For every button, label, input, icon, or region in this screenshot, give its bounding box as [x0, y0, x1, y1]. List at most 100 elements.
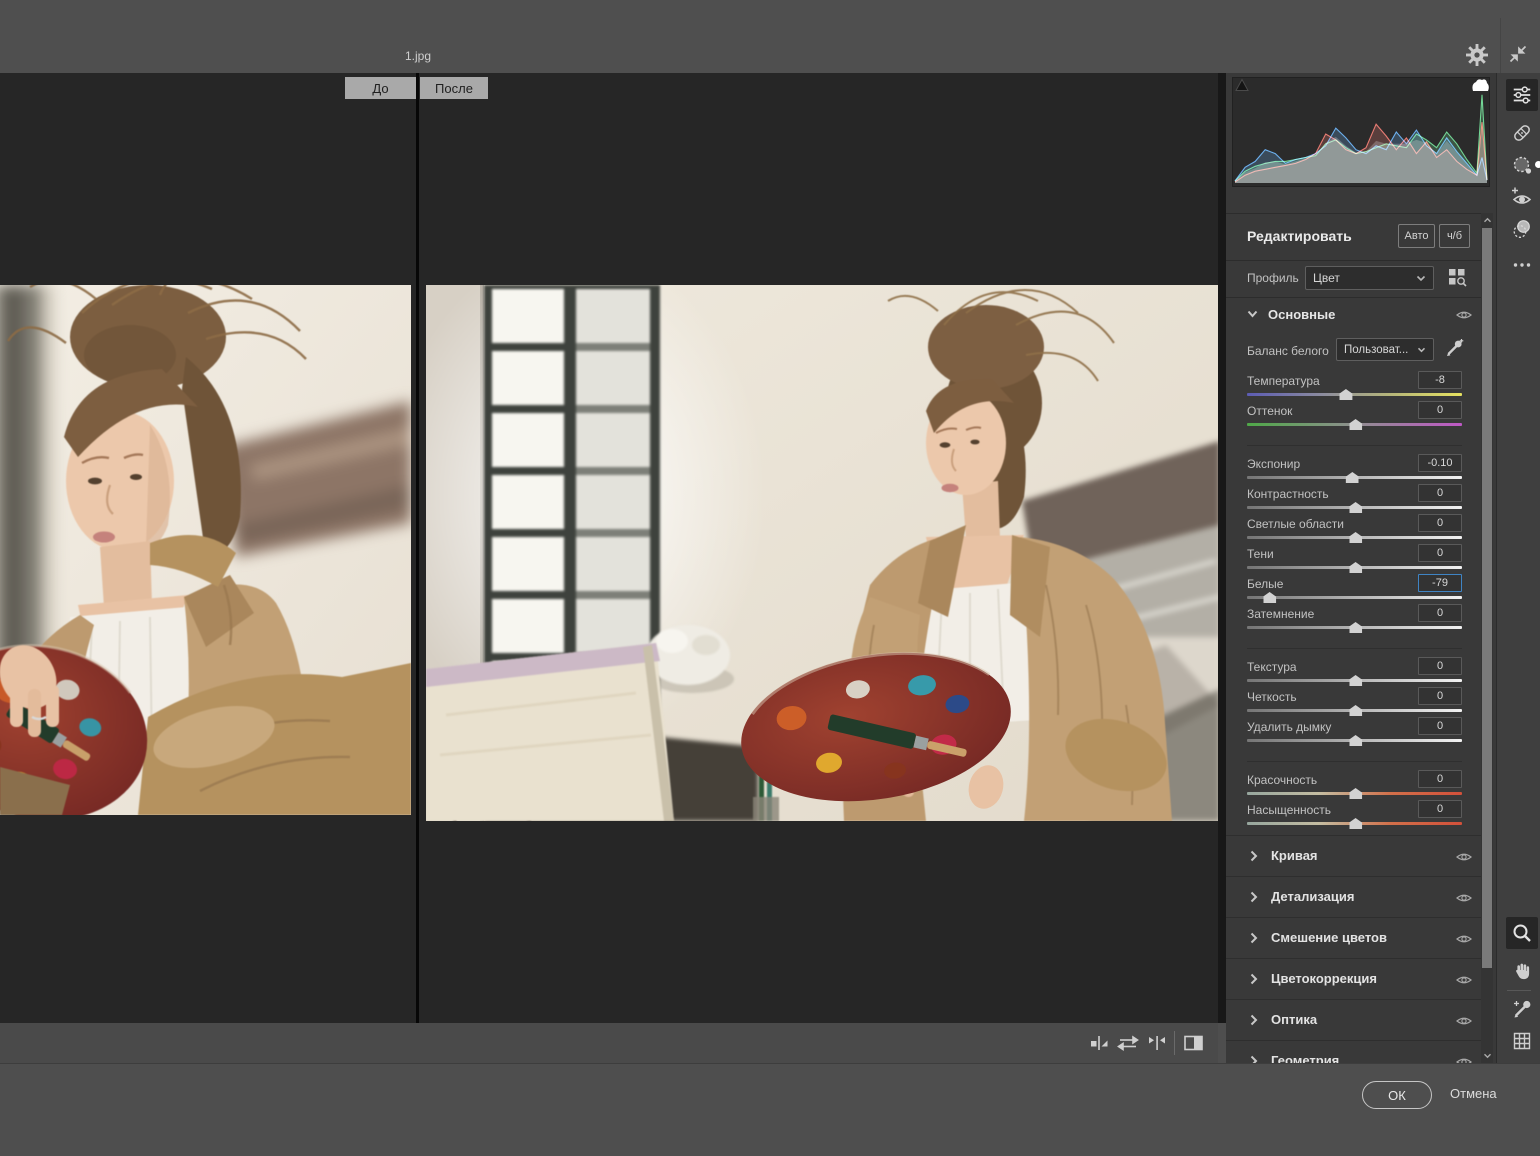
slider-value[interactable]: 0 [1418, 484, 1462, 502]
hand-icon[interactable] [1506, 955, 1538, 987]
eye-icon[interactable] [1456, 891, 1472, 909]
slider-thumb[interactable] [1349, 419, 1362, 430]
auto-button[interactable]: Авто [1398, 224, 1435, 248]
slider-thumb[interactable] [1346, 472, 1359, 483]
ba-split-icon[interactable] [1182, 1032, 1204, 1054]
tool-column [1496, 73, 1540, 1063]
slider-value[interactable]: 0 [1418, 687, 1462, 705]
highlight-clip-icon[interactable] [1471, 78, 1487, 92]
wb-sampler-icon[interactable] [1444, 338, 1464, 358]
healing-icon[interactable] [1506, 117, 1538, 149]
bw-button[interactable]: ч/б [1439, 224, 1470, 248]
gear-icon[interactable] [1466, 44, 1490, 68]
slider-label: Красочность [1247, 773, 1317, 787]
slider-value[interactable]: 0 [1418, 657, 1462, 675]
zoom-icon[interactable] [1506, 917, 1538, 949]
edit-active-dot [1535, 161, 1540, 168]
slider-track[interactable] [1247, 423, 1462, 426]
slider-dehaze: Удалить дымку0 [1247, 719, 1462, 749]
slider-track[interactable] [1247, 822, 1462, 825]
section-curve[interactable]: Кривая [1226, 835, 1484, 876]
ba-copy-icon[interactable] [1146, 1032, 1168, 1054]
slider-value[interactable]: 0 [1418, 717, 1462, 735]
eye-icon[interactable] [1456, 308, 1472, 326]
slider-value[interactable]: -0.10 [1418, 454, 1462, 472]
slider-label: Тени [1247, 547, 1274, 561]
cancel-button[interactable]: Отмена [1450, 1086, 1497, 1101]
slider-thumb[interactable] [1349, 502, 1362, 513]
edit-sliders-icon[interactable] [1506, 79, 1538, 111]
slider-track[interactable] [1247, 393, 1462, 396]
slider-thumb[interactable] [1349, 818, 1362, 829]
ba-cycle-icon[interactable] [1088, 1032, 1110, 1054]
slider-label: Оттенок [1247, 404, 1292, 418]
section-color-mixer[interactable]: Смешение цветов [1226, 917, 1484, 958]
slider-thumb[interactable] [1339, 389, 1352, 400]
ba-swap-icon[interactable] [1117, 1032, 1139, 1054]
chevron-right-icon [1250, 932, 1258, 944]
more-icon[interactable] [1506, 249, 1538, 281]
slider-track[interactable] [1247, 739, 1462, 742]
before-preview-image[interactable] [0, 285, 411, 815]
slider-thumb[interactable] [1349, 675, 1362, 686]
ok-button[interactable]: ОК [1362, 1081, 1432, 1109]
slider-value[interactable]: 0 [1418, 544, 1462, 562]
slider-thumb[interactable] [1349, 562, 1362, 573]
chevron-right-icon [1250, 891, 1258, 903]
eye-icon[interactable] [1456, 1055, 1472, 1063]
slider-track[interactable] [1247, 476, 1462, 479]
slider-track[interactable] [1247, 566, 1462, 569]
profile-select[interactable]: Цвет [1305, 266, 1434, 290]
white-balance-select[interactable]: Пользоват... [1336, 338, 1434, 361]
collapse-icon[interactable] [1508, 44, 1532, 68]
slider-value[interactable]: 0 [1418, 604, 1462, 622]
eye-icon[interactable] [1456, 973, 1472, 991]
after-preview-image[interactable] [426, 285, 1220, 821]
slider-thumb[interactable] [1349, 622, 1362, 633]
histogram[interactable] [1232, 77, 1490, 187]
slider-track[interactable] [1247, 709, 1462, 712]
slider-track[interactable] [1247, 679, 1462, 682]
profile-browse-icon[interactable] [1448, 268, 1467, 287]
section-geometry[interactable]: Геометрия [1226, 1040, 1484, 1063]
tab-before[interactable]: До [345, 77, 416, 99]
wb-sampler-tool-icon[interactable] [1506, 993, 1538, 1025]
slider-value[interactable]: 0 [1418, 770, 1462, 788]
slider-value[interactable]: 0 [1418, 514, 1462, 532]
presets-icon[interactable] [1506, 213, 1538, 245]
tab-after[interactable]: После [420, 77, 488, 99]
slider-thumb[interactable] [1349, 705, 1362, 716]
section-color-grading[interactable]: Цветокоррекция [1226, 958, 1484, 999]
slider-label: Текстура [1247, 660, 1297, 674]
section-detail[interactable]: Детализация [1226, 876, 1484, 917]
scroll-up-arrow[interactable] [1481, 213, 1493, 227]
slider-thumb[interactable] [1349, 532, 1362, 543]
slider-track[interactable] [1247, 596, 1462, 599]
slider-track[interactable] [1247, 536, 1462, 539]
basic-section-header[interactable]: Основные [1247, 297, 1462, 331]
slider-thumb[interactable] [1263, 592, 1276, 603]
scrollbar-thumb[interactable] [1482, 228, 1492, 968]
slider-track[interactable] [1247, 626, 1462, 629]
grid-overlay-icon[interactable] [1506, 1025, 1538, 1057]
masking-icon[interactable] [1506, 149, 1538, 181]
slider-blacks: Затемнение0 [1247, 606, 1462, 636]
section-optics[interactable]: Оптика [1226, 999, 1484, 1040]
slider-thumb[interactable] [1349, 735, 1362, 746]
eye-icon[interactable] [1456, 850, 1472, 868]
slider-shadows: Тени 0 [1247, 546, 1462, 576]
shadow-clip-icon[interactable] [1234, 78, 1250, 92]
slider-value[interactable]: -79 [1418, 574, 1462, 592]
slider-value[interactable]: 0 [1418, 401, 1462, 419]
redeye-icon[interactable] [1506, 181, 1538, 213]
eye-icon[interactable] [1456, 932, 1472, 950]
slider-value[interactable]: 0 [1418, 800, 1462, 818]
eye-icon[interactable] [1456, 1014, 1472, 1032]
slider-track[interactable] [1247, 792, 1462, 795]
slider-value[interactable]: -8 [1418, 371, 1462, 389]
slider-track[interactable] [1247, 506, 1462, 509]
slider-thumb[interactable] [1349, 788, 1362, 799]
slider-contrast: Контрастность0 [1247, 486, 1462, 516]
panel-scrollbar[interactable] [1481, 213, 1493, 1063]
scroll-down-arrow[interactable] [1481, 1049, 1493, 1063]
